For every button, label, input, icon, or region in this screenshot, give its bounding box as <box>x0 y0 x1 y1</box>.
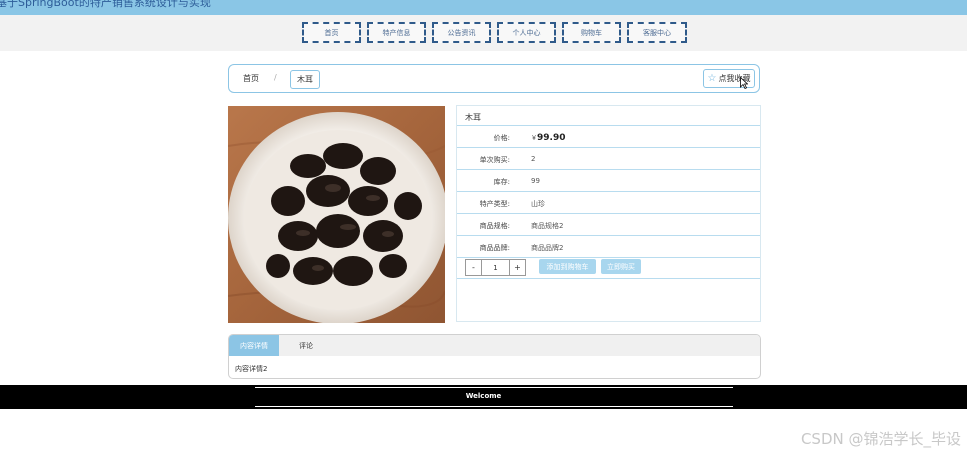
breadcrumb-current: 木耳 <box>290 70 320 89</box>
info-value: 商品品牌2 <box>531 244 564 252</box>
info-label: 商品规格: <box>479 222 510 230</box>
info-value: 99 <box>531 177 540 185</box>
info-label: 库存: <box>493 178 510 186</box>
quantity-input[interactable]: 1 <box>481 260 510 275</box>
price-value: ￥99.90 <box>531 133 565 143</box>
breadcrumb-home[interactable]: 首页 <box>243 73 259 84</box>
product-info-panel: 木耳 价格: ￥99.90 单次购买: 2 库存: 99 特产类型: 山珍 商品… <box>456 105 761 322</box>
product-image <box>228 106 445 323</box>
nav-item-home[interactable]: 首页 <box>302 22 361 43</box>
price-label: 价格: <box>493 134 510 142</box>
info-value: 山珍 <box>531 200 545 208</box>
info-value: 商品规格2 <box>531 222 564 230</box>
tab-details[interactable]: 内容详情 <box>229 335 279 356</box>
nav-item-products[interactable]: 特产信息 <box>367 22 426 43</box>
info-row-purchase-limit: 单次购买: 2 <box>457 148 760 170</box>
mouse-cursor-icon <box>740 77 748 89</box>
footer: Welcome <box>0 385 967 409</box>
breadcrumb-separator: / <box>274 73 277 82</box>
site-title: 基于SpringBoot的特产销售系统设计与实现 <box>0 0 211 9</box>
buy-now-button[interactable]: 立即购买 <box>601 259 641 274</box>
nav-item-cart[interactable]: 购物车 <box>562 22 621 43</box>
footer-divider <box>255 406 733 407</box>
price-number: 99.90 <box>537 133 566 143</box>
info-label: 特产类型: <box>479 200 510 208</box>
star-icon: ☆ <box>707 73 717 84</box>
quantity-decrease-button[interactable]: - <box>466 260 481 275</box>
product-name: 木耳 <box>457 106 760 126</box>
tab-content: 内容详情2 <box>235 365 268 373</box>
info-value: 2 <box>531 155 536 163</box>
quantity-increase-button[interactable]: + <box>510 260 525 275</box>
footer-divider <box>255 387 733 388</box>
tab-comments[interactable]: 评论 <box>299 335 313 356</box>
price-row: 价格: ￥99.90 <box>457 126 760 148</box>
watermark: CSDN @锦浩学长_毕设 <box>800 430 961 448</box>
nav-item-news[interactable]: 公告资讯 <box>432 22 491 43</box>
info-row-type: 特产类型: 山珍 <box>457 192 760 214</box>
top-banner: 基于SpringBoot的特产销售系统设计与实现 <box>0 0 967 15</box>
main-nav: 首页 特产信息 公告资讯 个人中心 购物车 客服中心 <box>0 15 967 51</box>
nav-item-service[interactable]: 客服中心 <box>627 22 687 43</box>
info-label: 商品品牌: <box>479 244 510 252</box>
footer-text: Welcome <box>465 392 502 400</box>
detail-tabs: 内容详情 评论 内容详情2 <box>228 334 761 379</box>
breadcrumb-bar: 首页 / 木耳 ☆ 点我收藏 <box>228 64 760 93</box>
tab-bar: 内容详情 评论 <box>229 335 760 356</box>
info-row-stock: 库存: 99 <box>457 170 760 192</box>
nav-item-profile[interactable]: 个人中心 <box>497 22 556 43</box>
quantity-stepper: - 1 + <box>465 259 526 276</box>
info-row-spec: 商品规格: 商品规格2 <box>457 214 760 236</box>
info-label: 单次购买: <box>479 156 510 164</box>
add-to-cart-button[interactable]: 添加到购物车 <box>539 259 596 274</box>
